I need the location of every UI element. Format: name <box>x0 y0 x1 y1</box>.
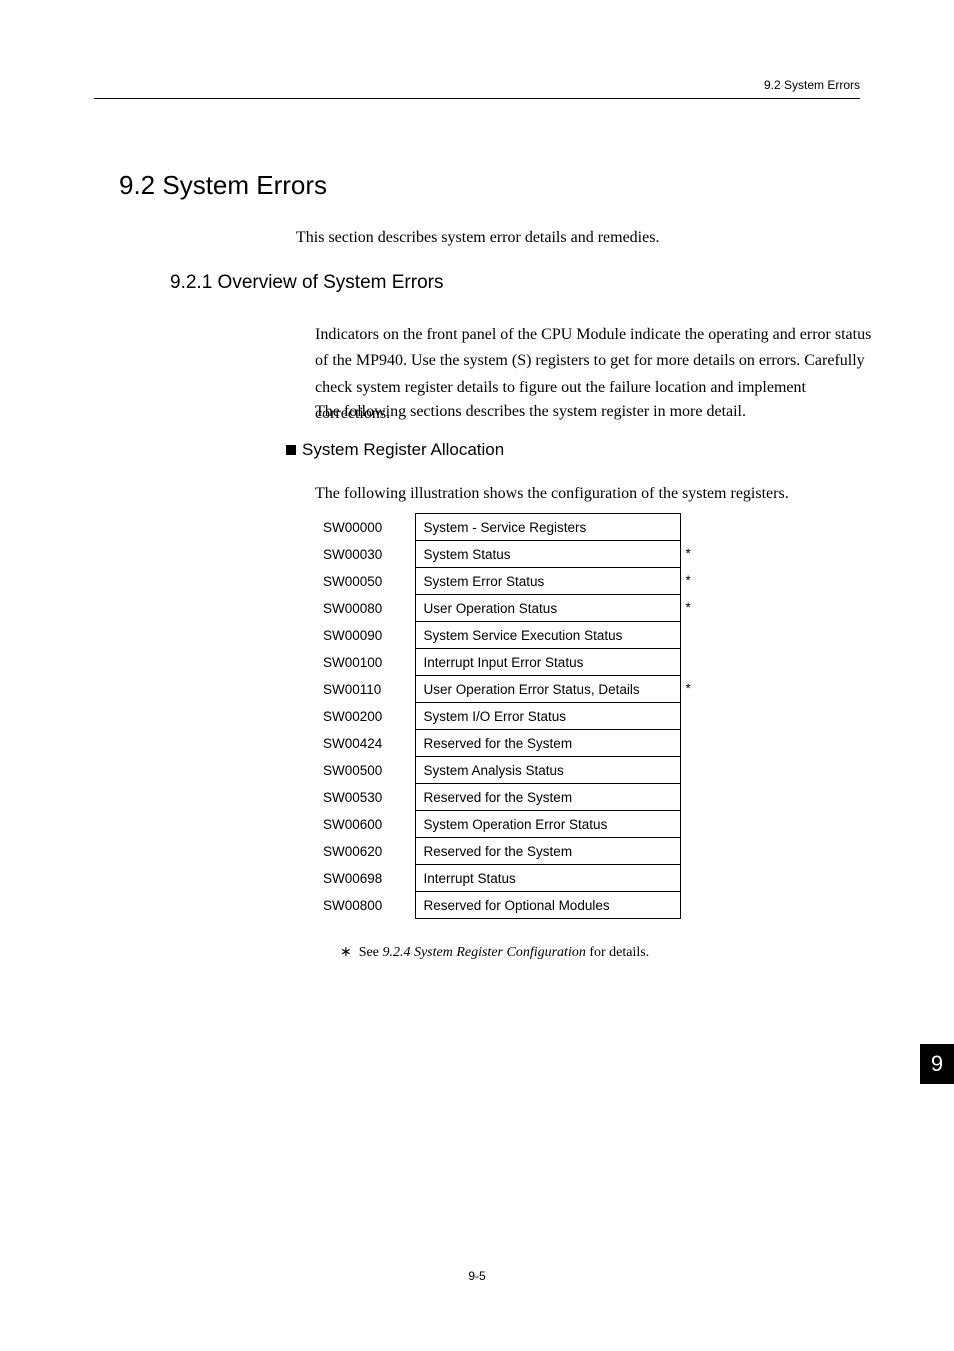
table-row: SW00080User Operation Status* <box>315 595 699 622</box>
register-note <box>680 514 699 541</box>
register-desc: User Operation Error Status, Details <box>415 676 680 703</box>
register-desc: System Analysis Status <box>415 757 680 784</box>
register-label: SW00000 <box>315 514 415 541</box>
table-intro: The following illustration shows the con… <box>315 481 884 507</box>
register-note <box>680 703 699 730</box>
register-label: SW00110 <box>315 676 415 703</box>
table-row: SW00090System Service Execution Status <box>315 622 699 649</box>
page-number: 9-5 <box>0 1269 954 1283</box>
register-note: * <box>680 676 699 703</box>
header-divider <box>94 98 860 99</box>
register-desc: Reserved for the System <box>415 730 680 757</box>
register-label: SW00424 <box>315 730 415 757</box>
bullet-heading-text: System Register Allocation <box>302 440 504 459</box>
register-label: SW00600 <box>315 811 415 838</box>
subsection-title: 9.2.1 Overview of System Errors <box>170 272 443 294</box>
header-section-ref: 9.2 System Errors <box>764 78 860 92</box>
register-note <box>680 784 699 811</box>
register-desc: System Service Execution Status <box>415 622 680 649</box>
register-note: * <box>680 568 699 595</box>
table-row: SW00620Reserved for the System <box>315 838 699 865</box>
bullet-heading: System Register Allocation <box>286 440 504 460</box>
table-row: SW00600System Operation Error Status <box>315 811 699 838</box>
square-bullet-icon <box>286 445 296 455</box>
section-intro: This section describes system error deta… <box>296 229 659 247</box>
table-row: SW00200System I/O Error Status <box>315 703 699 730</box>
register-desc: System I/O Error Status <box>415 703 680 730</box>
table-row: SW00424Reserved for the System <box>315 730 699 757</box>
register-desc: Reserved for the System <box>415 784 680 811</box>
register-label: SW00090 <box>315 622 415 649</box>
subsection-para-2: The following sections describes the sys… <box>315 399 884 425</box>
register-desc: System Error Status <box>415 568 680 595</box>
table-row: SW00000System - Service Registers <box>315 514 699 541</box>
register-note <box>680 865 699 892</box>
table-row: SW00698Interrupt Status <box>315 865 699 892</box>
register-desc: Reserved for Optional Modules <box>415 892 680 919</box>
register-note <box>680 757 699 784</box>
register-desc: Interrupt Input Error Status <box>415 649 680 676</box>
register-label: SW00530 <box>315 784 415 811</box>
register-note <box>680 622 699 649</box>
table-row: SW00110User Operation Error Status, Deta… <box>315 676 699 703</box>
register-table: SW00000System - Service RegistersSW00030… <box>315 513 699 919</box>
footnote-italic: 9.2.4 System Register Configuration <box>382 945 585 960</box>
register-note <box>680 649 699 676</box>
table-row: SW00030System Status* <box>315 541 699 568</box>
register-label: SW00050 <box>315 568 415 595</box>
footnote-mark: ∗ <box>340 945 352 960</box>
section-title: 9.2 System Errors <box>119 170 327 201</box>
page-thumb: 9 <box>920 1044 954 1084</box>
register-desc: System Operation Error Status <box>415 811 680 838</box>
register-desc: System Status <box>415 541 680 568</box>
register-label: SW00800 <box>315 892 415 919</box>
register-desc: User Operation Status <box>415 595 680 622</box>
table-row: SW00050System Error Status* <box>315 568 699 595</box>
register-label: SW00100 <box>315 649 415 676</box>
table-row: SW00530Reserved for the System <box>315 784 699 811</box>
register-label: SW00500 <box>315 757 415 784</box>
register-desc: System - Service Registers <box>415 514 680 541</box>
register-label: SW00200 <box>315 703 415 730</box>
register-note: * <box>680 541 699 568</box>
register-desc: Interrupt Status <box>415 865 680 892</box>
register-note <box>680 838 699 865</box>
footnote-pre: See <box>359 945 383 960</box>
register-label: SW00698 <box>315 865 415 892</box>
table-row: SW00100Interrupt Input Error Status <box>315 649 699 676</box>
footnote: ∗ See 9.2.4 System Register Configuratio… <box>340 944 649 961</box>
table-row: SW00800Reserved for Optional Modules <box>315 892 699 919</box>
register-note: * <box>680 595 699 622</box>
register-note <box>680 811 699 838</box>
register-note <box>680 892 699 919</box>
register-label: SW00080 <box>315 595 415 622</box>
register-label: SW00620 <box>315 838 415 865</box>
footnote-post: for details. <box>586 945 649 960</box>
register-label: SW00030 <box>315 541 415 568</box>
register-desc: Reserved for the System <box>415 838 680 865</box>
register-note <box>680 730 699 757</box>
table-row: SW00500System Analysis Status <box>315 757 699 784</box>
